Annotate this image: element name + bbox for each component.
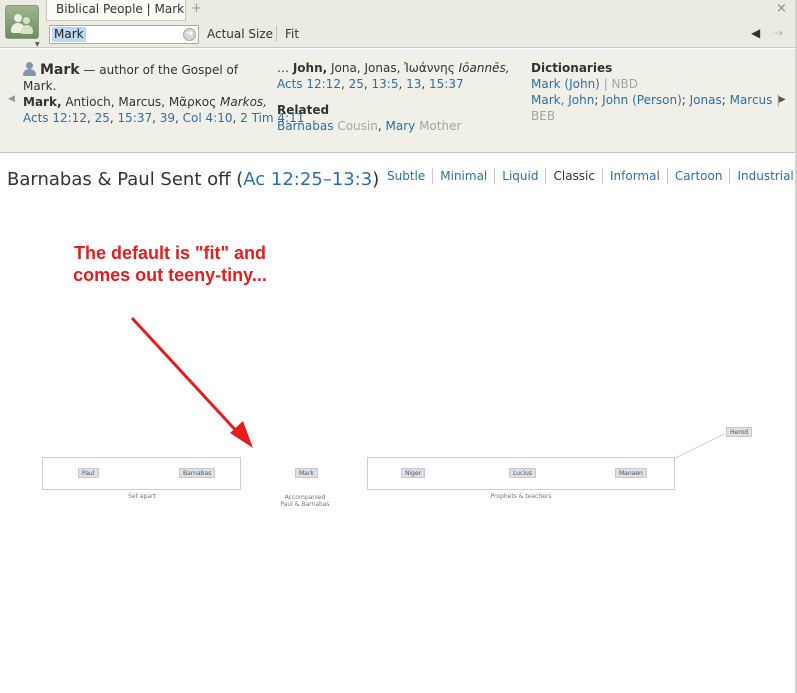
alias-italic: Iōannēs, (458, 61, 510, 75)
dictionary-link[interactable]: Marcus (730, 93, 773, 107)
alt-names: Antioch, Marcus, Μᾶρκος (65, 95, 217, 109)
title-text: Barnabas & Paul Sent off ( (7, 169, 244, 190)
alias-bold: John, (292, 61, 328, 75)
ref-link[interactable]: 13 (406, 77, 421, 91)
menu-caret-icon[interactable]: ▼ (35, 41, 40, 48)
node-barnabas[interactable]: Barnabas (179, 468, 216, 478)
alt-name-bold: Mark, (23, 95, 62, 109)
dictionary-link[interactable]: John (Person) (602, 93, 682, 107)
caption-line: Paul & Barnabas (280, 501, 330, 508)
dictionary-link[interactable]: Mark (John) (531, 77, 600, 91)
person-icon (23, 62, 36, 76)
node-mark[interactable]: Mark (295, 468, 318, 478)
go-arrow-icon[interactable]: ➜ (183, 28, 196, 41)
node-paul[interactable]: Paul (78, 468, 99, 478)
person-summary: Mark — author of the Gospel of Mark. Mar… (23, 62, 305, 125)
related-barnabas-link[interactable]: Barnabas (277, 119, 334, 133)
dictionaries-column: Dictionaries Mark (John) | NBD Mark, Joh… (531, 61, 781, 123)
passage-ref-link[interactable]: Ac 12:25–13:3 (243, 169, 372, 190)
ref-link[interactable]: Col 4:10 (183, 111, 233, 125)
dictionary-link[interactable]: Jonas (690, 93, 722, 107)
back-arrow-icon[interactable]: ◀ (751, 26, 760, 40)
caption-prophets-teachers: Prophets & teachers (490, 493, 552, 500)
top-toolbar: ▼ Biblical People | Mark + × Mark ➜ Actu… (0, 0, 797, 48)
style-option-minimal[interactable]: Minimal (432, 168, 494, 184)
search-value[interactable]: Mark (52, 27, 86, 42)
dictionary-source: | NBD (603, 77, 638, 91)
style-option-liquid[interactable]: Liquid (494, 168, 545, 184)
caption-set-apart: Set apart (128, 493, 156, 500)
title-paren: ) (372, 169, 380, 190)
scroll-left-icon[interactable]: ◀ (8, 94, 15, 104)
caption-accompanied: Accompanied Paul & Barnabas (270, 494, 340, 508)
new-tab-button[interactable]: + (191, 1, 202, 16)
forward-arrow-icon[interactable]: ⇢ (773, 26, 783, 40)
node-lucius[interactable]: Lucius (509, 468, 536, 478)
visual-style-selector: Subtle Minimal Liquid Classic Informal Cartoo… (380, 168, 797, 186)
alias-column: … John, Jona, Jonas, Ἰωάννης Iōannēs, Ac… (277, 60, 517, 134)
annotation-line: The default is "fit" and (73, 243, 267, 263)
node-niger[interactable]: Niger (401, 468, 426, 478)
related-mary-link[interactable]: Mary (386, 119, 416, 133)
close-tab-button[interactable]: × (776, 1, 787, 16)
node-herod[interactable]: Herod (726, 427, 753, 437)
relation-label: Mother (419, 119, 462, 133)
annotation-callout: The default is "fit" and comes out teeny… (50, 242, 290, 286)
annotation-line: comes out teeny-tiny... (73, 265, 267, 285)
person-name: Mark (40, 62, 80, 78)
person-info-panel: ◀ ▶ Mark — author of the Gospel of Mark.… (0, 49, 797, 153)
style-option-classic[interactable]: Classic (545, 168, 602, 184)
ref-link[interactable]: 39 (160, 111, 175, 125)
style-option-informal[interactable]: Informal (602, 168, 667, 184)
ellipsis: … (277, 61, 289, 75)
actual-size-button[interactable]: Actual Size (207, 27, 273, 41)
ref-link[interactable]: 15:37 (118, 111, 153, 125)
style-option-cartoon[interactable]: Cartoon (666, 168, 730, 184)
dictionary-source: BEB (531, 109, 556, 123)
style-option-industrial[interactable]: Industrial (729, 168, 797, 184)
search-input[interactable]: Mark ➜ (49, 25, 199, 44)
ref-link[interactable]: 15:37 (429, 77, 464, 91)
page-title: Barnabas & Paul Sent off (Ac 12:25–13:3) (7, 169, 379, 190)
relation-label: Cousin (337, 119, 378, 133)
ref-link[interactable]: 25 (349, 77, 364, 91)
fit-button[interactable]: Fit (285, 27, 299, 41)
tab-biblical-people[interactable]: Biblical People | Mark (46, 0, 186, 21)
dictionaries-heading: Dictionaries (531, 61, 613, 75)
node-manaen[interactable]: Manaen (615, 468, 647, 478)
ref-link[interactable]: Acts 12:12 (277, 77, 341, 91)
dictionary-separator: | (776, 93, 781, 107)
alt-name-italic: Markos, (219, 95, 267, 109)
related-heading: Related (277, 103, 330, 117)
alias-names: Jona, Jonas, Ἰωάννης (331, 61, 455, 75)
ref-link[interactable]: 13:5 (372, 77, 399, 91)
dictionary-link[interactable]: Mark, John (531, 93, 594, 107)
ref-link[interactable]: 25 (95, 111, 110, 125)
style-option-subtle[interactable]: Subtle (380, 168, 432, 184)
ref-link[interactable]: Acts 12:12 (23, 111, 87, 125)
app-logo-icon[interactable] (5, 5, 39, 39)
toolbar-divider (276, 26, 277, 42)
caption-line: Accompanied (284, 494, 326, 501)
